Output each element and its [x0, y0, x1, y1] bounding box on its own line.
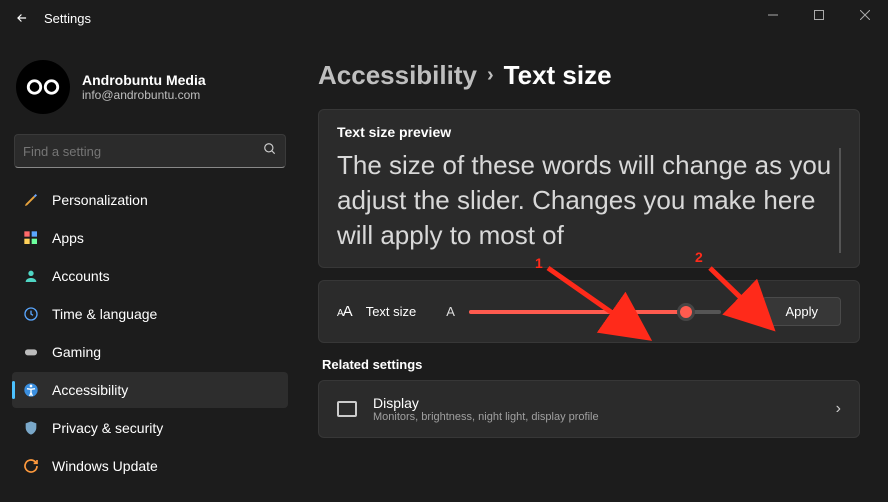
text-size-label: Text size	[366, 304, 417, 319]
update-icon	[22, 457, 40, 475]
search-icon	[263, 142, 277, 161]
accessibility-icon	[22, 381, 40, 399]
preview-title: Text size preview	[337, 124, 841, 140]
preview-body: The size of these words will change as y…	[337, 148, 841, 253]
sidebar-item-label: Apps	[52, 230, 84, 246]
display-icon	[337, 401, 357, 417]
search-input[interactable]	[23, 144, 263, 159]
chevron-right-icon: ›	[836, 400, 841, 418]
apps-icon	[22, 229, 40, 247]
close-button[interactable]	[842, 0, 888, 30]
sidebar-item-label: Time & language	[52, 306, 157, 322]
sidebar-item-label: Windows Update	[52, 458, 158, 474]
shield-icon	[22, 419, 40, 437]
avatar	[16, 60, 70, 114]
chevron-right-icon: ›	[487, 64, 494, 87]
sidebar-item-label: Accounts	[52, 268, 110, 284]
apply-button[interactable]: Apply	[762, 297, 841, 326]
back-button[interactable]	[8, 4, 36, 32]
sidebar-item-label: Privacy & security	[52, 420, 163, 436]
window-title: Settings	[44, 11, 91, 26]
breadcrumb-parent[interactable]: Accessibility	[318, 60, 477, 91]
slider-max-icon: A	[735, 300, 748, 323]
sidebar-item-apps[interactable]: Apps	[12, 220, 288, 256]
person-icon	[22, 267, 40, 285]
sidebar-item-gaming[interactable]: Gaming	[12, 334, 288, 370]
text-size-slider[interactable]	[469, 302, 721, 322]
slider-thumb[interactable]	[677, 303, 695, 321]
sidebar: Androbuntu Media info@androbuntu.com Per…	[0, 36, 300, 502]
main-content: Accessibility › Text size Text size prev…	[300, 36, 888, 502]
sidebar-item-label: Accessibility	[52, 382, 128, 398]
related-display-title: Display	[373, 395, 599, 411]
brush-icon	[22, 191, 40, 209]
sidebar-item-windows-update[interactable]: Windows Update	[12, 448, 288, 484]
sidebar-item-privacy[interactable]: Privacy & security	[12, 410, 288, 446]
sidebar-item-accessibility[interactable]: Accessibility	[12, 372, 288, 408]
preview-card: Text size preview The size of these word…	[318, 109, 860, 268]
related-heading: Related settings	[322, 357, 860, 372]
gamepad-icon	[22, 343, 40, 361]
text-size-icon: AA	[337, 303, 352, 320]
profile[interactable]: Androbuntu Media info@androbuntu.com	[16, 60, 284, 114]
text-size-card: AA Text size A A Apply	[318, 280, 860, 343]
breadcrumb-current: Text size	[504, 60, 612, 91]
slider-min-icon: A	[446, 304, 455, 319]
maximize-button[interactable]	[796, 0, 842, 30]
profile-email: info@androbuntu.com	[82, 88, 206, 102]
profile-name: Androbuntu Media	[82, 72, 206, 88]
sidebar-item-time-language[interactable]: Time & language	[12, 296, 288, 332]
related-display[interactable]: Display Monitors, brightness, night ligh…	[318, 380, 860, 438]
sidebar-item-label: Personalization	[52, 192, 148, 208]
sidebar-item-accounts[interactable]: Accounts	[12, 258, 288, 294]
globe-clock-icon	[22, 305, 40, 323]
search-box[interactable]	[14, 134, 286, 168]
breadcrumb: Accessibility › Text size	[318, 60, 860, 91]
sidebar-item-personalization[interactable]: Personalization	[12, 182, 288, 218]
minimize-button[interactable]	[750, 0, 796, 30]
related-display-subtitle: Monitors, brightness, night light, displ…	[373, 411, 599, 423]
sidebar-item-label: Gaming	[52, 344, 101, 360]
